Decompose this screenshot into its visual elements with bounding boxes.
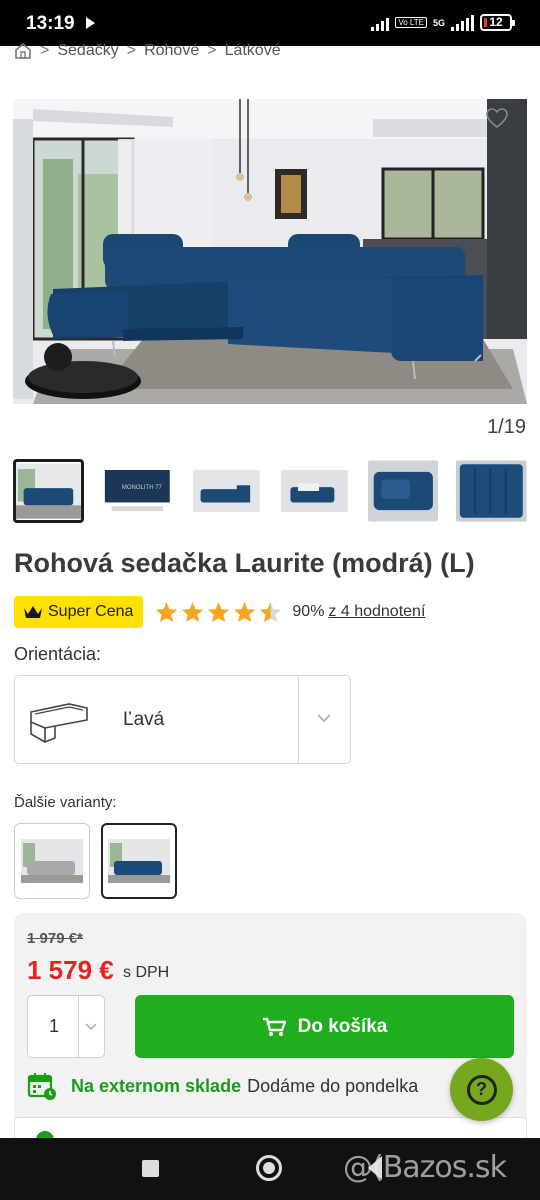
- calendar-icon: [27, 1073, 56, 1100]
- product-title: Rohová sedačka Laurite (modrá) (L): [14, 548, 475, 578]
- gallery-thumbnail[interactable]: [456, 459, 528, 523]
- breadcrumb-item-latkove[interactable]: Látkové: [225, 42, 281, 60]
- home-nav-icon[interactable]: [256, 1155, 282, 1181]
- breadcrumb: > Sedačky > Rohové > Látkové: [14, 40, 281, 62]
- quantity-divider: [78, 996, 79, 1057]
- super-cena-badge: Super Cena: [14, 596, 144, 628]
- old-price: 1 979 €*: [27, 930, 83, 947]
- quantity-value: 1: [49, 1016, 60, 1036]
- half-star-icon: [260, 601, 282, 623]
- add-to-cart-button[interactable]: Do košíka: [135, 995, 514, 1058]
- star-icon: [182, 601, 204, 623]
- breadcrumb-separator: >: [126, 42, 137, 59]
- battery-icon: 12: [480, 14, 515, 31]
- gallery-thumbnails: MONOLITH 77: [13, 459, 528, 523]
- breadcrumb-item-sedacky[interactable]: Sedačky: [57, 42, 118, 60]
- rating-stars: [155, 601, 282, 623]
- gallery-thumbnail[interactable]: [367, 459, 439, 523]
- recent-apps-icon[interactable]: [142, 1160, 159, 1177]
- gallery-counter: 1/19: [487, 416, 526, 438]
- status-time: 13:19: [26, 13, 75, 34]
- media-play-icon: [86, 17, 95, 29]
- star-icon: [208, 601, 230, 623]
- home-icon[interactable]: [14, 42, 32, 60]
- vat-note: s DPH: [123, 964, 170, 981]
- favorite-heart-icon[interactable]: [485, 107, 509, 129]
- badge-label: Super Cena: [48, 603, 134, 620]
- gallery-thumbnail[interactable]: [13, 459, 84, 523]
- chevron-down-icon[interactable]: [317, 713, 331, 723]
- variant-grey[interactable]: [14, 823, 90, 899]
- orientation-value: Ľavá: [123, 709, 165, 730]
- stock-status: Na externom sklade: [71, 1075, 242, 1096]
- chevron-down-icon[interactable]: [85, 1023, 97, 1031]
- network-type: 5G: [432, 17, 445, 28]
- volte-badge: Vo LTE: [395, 17, 427, 28]
- star-icon: [234, 601, 256, 623]
- gallery-thumbnail[interactable]: [279, 459, 350, 523]
- watermark: @(Bazos.sk: [343, 1150, 507, 1185]
- gallery-thumbnail[interactable]: [190, 459, 262, 523]
- orientation-label: Orientácia:: [14, 644, 102, 664]
- help-button[interactable]: ?: [450, 1058, 513, 1121]
- variants-label: Ďalšie varianty:: [14, 794, 117, 811]
- delivery-note: Dodáme do pondelka: [247, 1075, 419, 1096]
- quantity-stepper[interactable]: 1: [27, 995, 105, 1058]
- product-main-image[interactable]: [13, 99, 527, 404]
- select-divider: [298, 676, 299, 763]
- signal-strength-icon: [451, 14, 474, 31]
- breadcrumb-separator: >: [207, 42, 217, 59]
- corner-sofa-icon: [30, 703, 88, 743]
- system-nav-bar: @(Bazos.sk: [0, 1138, 540, 1200]
- breadcrumb-item-rohove[interactable]: Rohové: [144, 42, 199, 60]
- rating-row: Super Cena 90% z 4 hodnotení: [14, 596, 425, 628]
- status-icons: Vo LTE 5G 12: [371, 14, 515, 31]
- stock-row: Na externom sklade Dodáme do pondelka: [27, 1070, 418, 1102]
- variant-blue[interactable]: [101, 823, 177, 899]
- product-photo: [13, 99, 527, 404]
- breadcrumb-separator: >: [40, 42, 50, 59]
- add-to-cart-label: Do košíka: [297, 1015, 388, 1037]
- help-label: ?: [476, 1079, 487, 1099]
- signal-icon: [371, 15, 390, 31]
- crown-icon: [24, 606, 42, 618]
- battery-level: 12: [489, 15, 503, 29]
- rating-percent: 90%: [292, 603, 325, 620]
- orientation-select[interactable]: Ľavá: [14, 675, 351, 764]
- gallery-thumbnail[interactable]: MONOLITH 77: [101, 459, 173, 523]
- thumbnail-fabric-label: MONOLITH 77: [121, 485, 162, 491]
- star-icon: [156, 601, 178, 623]
- question-icon: ?: [466, 1074, 497, 1105]
- cart-icon: [262, 1017, 286, 1036]
- reviews-link[interactable]: z 4 hodnotení: [328, 603, 425, 621]
- current-price: 1 579 €: [27, 955, 114, 985]
